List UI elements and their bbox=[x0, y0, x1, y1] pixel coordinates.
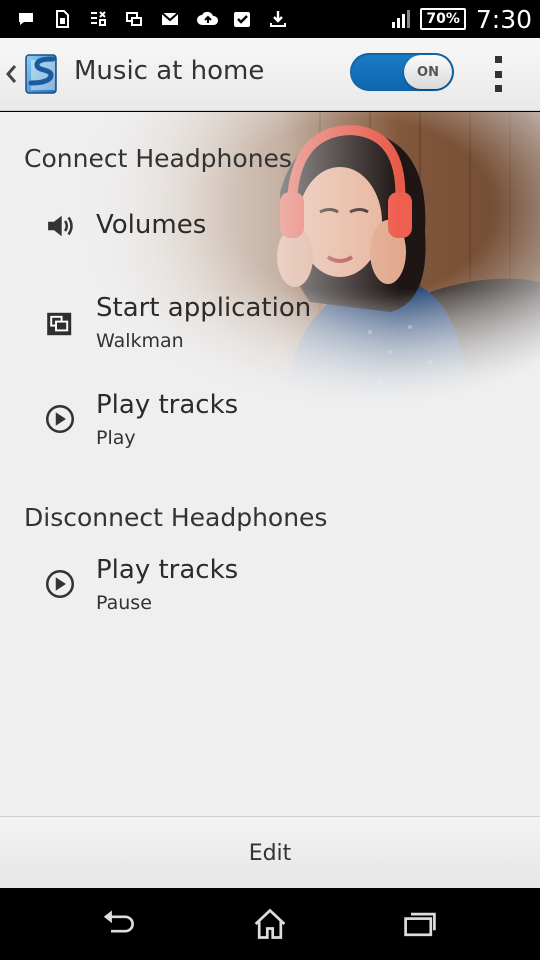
on-off-toggle[interactable]: ON bbox=[350, 53, 454, 91]
action-bar: Music at home ON bbox=[0, 38, 540, 111]
connect-section-title: Connect Headphones bbox=[24, 144, 292, 173]
play-circle-icon bbox=[40, 564, 80, 604]
status-bar: 70% 7:30 bbox=[0, 0, 540, 38]
list-item-title: Start application bbox=[96, 293, 312, 323]
toggle-label: ON bbox=[404, 55, 452, 89]
play-circle-icon bbox=[40, 399, 80, 439]
message-icon bbox=[16, 9, 36, 29]
checkbox-icon bbox=[232, 9, 252, 29]
content-area: Connect Headphones Volumes Start applica… bbox=[0, 112, 540, 816]
battery-icon: 70% bbox=[420, 8, 466, 30]
data-transfer-icon bbox=[88, 9, 108, 29]
clock: 7:30 bbox=[475, 4, 532, 34]
screen-icon bbox=[124, 9, 144, 29]
list-item-subtitle: Walkman bbox=[96, 330, 184, 352]
recents-icon[interactable] bbox=[398, 904, 442, 944]
cloud-upload-icon bbox=[196, 9, 220, 29]
list-item-title: Play tracks bbox=[96, 390, 239, 420]
back-icon[interactable] bbox=[98, 904, 142, 944]
list-item-subtitle: Pause bbox=[96, 592, 152, 614]
list-item-subtitle: Play bbox=[96, 427, 136, 449]
smart-connect-app-icon[interactable] bbox=[20, 51, 66, 97]
download-icon bbox=[268, 9, 288, 29]
back-chevron-icon[interactable] bbox=[4, 60, 18, 88]
edit-button[interactable]: Edit bbox=[0, 817, 540, 889]
list-item-title: Play tracks bbox=[96, 555, 239, 585]
gmail-icon bbox=[160, 9, 180, 29]
sim-icon bbox=[52, 9, 72, 29]
navigation-bar bbox=[0, 888, 540, 960]
overflow-menu-icon[interactable] bbox=[486, 56, 510, 92]
signal-icon bbox=[390, 8, 414, 30]
bottom-action-bar: Edit bbox=[0, 816, 540, 888]
disconnect-section-title: Disconnect Headphones bbox=[24, 503, 328, 532]
page-title: Music at home bbox=[74, 56, 265, 86]
speaker-icon bbox=[40, 206, 80, 246]
home-icon[interactable] bbox=[248, 904, 292, 944]
app-window-icon bbox=[40, 304, 80, 344]
list-item-title: Volumes bbox=[96, 210, 207, 240]
